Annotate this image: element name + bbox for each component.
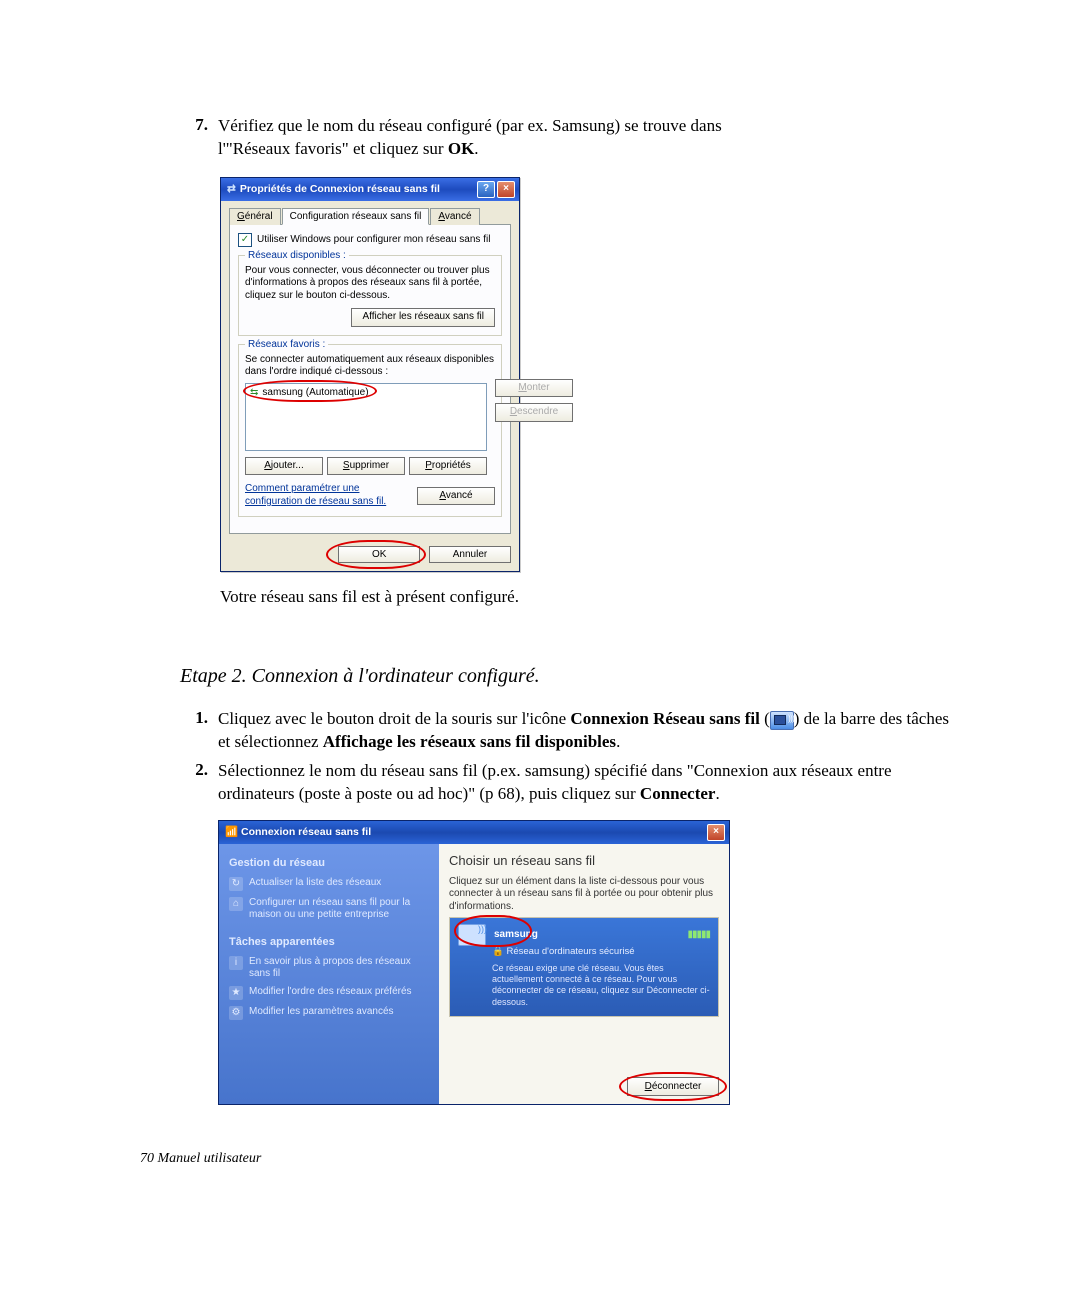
text-bold: Connexion Réseau sans fil: [570, 709, 759, 728]
group-title: Réseaux favoris :: [245, 339, 328, 350]
text: Vérifiez que le nom du réseau configuré …: [218, 116, 722, 135]
main-help-text: Cliquez sur un élément dans la liste ci-…: [449, 876, 719, 914]
main-pane: Choisir un réseau sans fil Cliquez sur u…: [439, 844, 729, 1104]
side-heading: Tâches apparentées: [229, 935, 429, 950]
titlebar: 📶 Connexion réseau sans fil ×: [219, 821, 729, 844]
help-button[interactable]: ?: [477, 181, 495, 198]
antenna-icon: 📶: [225, 826, 238, 838]
properties-button[interactable]: Propriétés: [409, 457, 487, 476]
side-link-refresh[interactable]: ↻ Actualiser la liste des réseaux: [229, 877, 429, 891]
main-heading: Choisir un réseau sans fil: [449, 852, 719, 870]
info-icon: i: [229, 956, 243, 970]
group-text: Pour vous connecter, vous déconnecter ou…: [245, 265, 495, 303]
tab-general[interactable]: Général: [229, 208, 281, 225]
add-button[interactable]: Ajouter...: [245, 457, 323, 476]
move-down-button[interactable]: Descendre: [495, 403, 573, 422]
close-button[interactable]: ×: [497, 181, 515, 198]
page-footer: 70 Manuel utilisateur: [140, 1151, 960, 1167]
list-item-2: 2. Sélectionnez le nom du réseau sans fi…: [180, 760, 960, 1105]
computer-wifi-icon: [458, 924, 486, 946]
disconnect-button[interactable]: Déconnecter: [627, 1077, 719, 1097]
side-heading: Gestion du réseau: [229, 856, 429, 871]
screenshot-properties-dialog: ⇄ Propriétés de Connexion réseau sans fi…: [220, 177, 520, 573]
list-item-7: 7. Vérifiez que le nom du réseau configu…: [180, 115, 960, 161]
tab-strip: Général Configuration réseaux sans fil A…: [229, 207, 511, 225]
side-link-order[interactable]: ★ Modifier l'ordre des réseaux préférés: [229, 986, 429, 1000]
item-number: 1.: [180, 708, 218, 754]
side-panel: Gestion du réseau ↻ Actualiser la liste …: [219, 844, 439, 1104]
view-networks-button[interactable]: Afficher les réseaux sans fil: [351, 308, 495, 327]
titlebar: ⇄ Propriétés de Connexion réseau sans fi…: [221, 178, 519, 201]
item-body: Sélectionnez le nom du réseau sans fil (…: [218, 760, 960, 1105]
gear-icon: ⚙: [229, 1006, 243, 1020]
network-subtext: Réseau d'ordinateurs sécurisé: [506, 946, 634, 957]
side-link-label: Modifier l'ordre des réseaux préférés: [249, 986, 412, 998]
text: (: [764, 709, 770, 728]
howto-link[interactable]: Comment paramétrer une configuration de …: [245, 483, 405, 508]
side-link-label: Modifier les paramètres avancés: [249, 1006, 394, 1018]
step-heading: Etape 2. Connexion à l'ordinateur config…: [180, 665, 960, 688]
network-entry-samsung[interactable]: samsung ▮▮▮▮▮ 🔒 Réseau d'ordinateurs séc…: [450, 918, 718, 1016]
preferred-networks-list[interactable]: ⇆ samsung (Automatique): [245, 383, 487, 451]
checkbox-label: Utiliser Windows pour configurer mon rés…: [257, 234, 490, 245]
item-number: 2.: [180, 760, 218, 1105]
side-link-label: En savoir plus à propos des réseaux sans…: [249, 956, 429, 980]
star-icon: ★: [229, 986, 243, 1000]
network-item-samsung[interactable]: ⇆ samsung (Automatique): [248, 386, 484, 401]
refresh-icon: ↻: [229, 877, 243, 891]
signal-icon: ⇆: [250, 387, 258, 400]
network-description: Ce réseau exige une clé réseau. Vous ête…: [492, 963, 710, 1008]
side-link-setup[interactable]: ⌂ Configurer un réseau sans fil pour la …: [229, 897, 429, 921]
remove-button[interactable]: Supprimer: [327, 457, 405, 476]
tab-wireless-config[interactable]: Configuration réseaux sans fil: [282, 208, 430, 225]
advanced-button[interactable]: Avancé: [417, 487, 495, 506]
group-available-networks: Réseaux disponibles : Pour vous connecte…: [238, 255, 502, 336]
paragraph: Votre réseau sans fil est à présent conf…: [220, 586, 960, 609]
window-title: Connexion réseau sans fil: [241, 826, 371, 838]
group-preferred-networks: Réseaux favoris : Se connecter automatiq…: [238, 344, 502, 518]
item-number: 7.: [180, 115, 218, 161]
lock-icon: 🔒: [492, 946, 504, 957]
dialog-title: Propriétés de Connexion réseau sans fil: [240, 183, 440, 195]
move-up-button[interactable]: Monter: [495, 379, 573, 398]
signal-bars-icon: ▮▮▮▮▮: [687, 928, 710, 942]
dialog-window: ⇄ Propriétés de Connexion réseau sans fi…: [220, 177, 520, 573]
side-link-label: Configurer un réseau sans fil pour la ma…: [249, 897, 429, 921]
use-windows-checkbox[interactable]: ✓: [238, 233, 252, 247]
wireless-tray-icon: [770, 711, 794, 730]
text: Sélectionnez le nom du réseau sans fil (…: [218, 761, 892, 803]
text-bold: OK: [448, 139, 474, 158]
tab-advanced[interactable]: Avancé: [430, 208, 479, 225]
item-body: Cliquez avec le bouton droit de la souri…: [218, 708, 960, 754]
side-link-advanced[interactable]: ⚙ Modifier les paramètres avancés: [229, 1006, 429, 1020]
ok-button[interactable]: OK: [338, 546, 420, 563]
text: .: [474, 139, 478, 158]
text: .: [616, 732, 620, 751]
item-body: Vérifiez que le nom du réseau configuré …: [218, 115, 960, 161]
tab-panel: ✓ Utiliser Windows pour configurer mon r…: [229, 225, 511, 535]
network-name: samsung: [494, 928, 538, 942]
text-bold: Affichage les réseaux sans fil disponibl…: [323, 732, 616, 751]
network-icon: ⇄: [227, 183, 236, 195]
text-bold: Connecter: [640, 784, 716, 803]
group-title: Réseaux disponibles :: [245, 250, 349, 261]
text: l'"Réseaux favoris" et cliquez sur: [218, 139, 448, 158]
cancel-button[interactable]: Annuler: [429, 546, 511, 563]
close-button[interactable]: ×: [707, 824, 725, 841]
text: .: [715, 784, 719, 803]
text: Cliquez avec le bouton droit de la souri…: [218, 709, 570, 728]
side-link-label: Actualiser la liste des réseaux: [249, 877, 381, 889]
list-item-1: 1. Cliquez avec le bouton droit de la so…: [180, 708, 960, 754]
network-setup-icon: ⌂: [229, 897, 243, 911]
side-link-learn[interactable]: i En savoir plus à propos des réseaux sa…: [229, 956, 429, 980]
network-list: samsung ▮▮▮▮▮ 🔒 Réseau d'ordinateurs séc…: [449, 917, 719, 1017]
group-text: Se connecter automatiquement aux réseaux…: [245, 354, 495, 379]
network-item-label: samsung (Automatique): [262, 387, 368, 400]
screenshot-wireless-window: 📶 Connexion réseau sans fil × Gestion du…: [218, 820, 730, 1105]
